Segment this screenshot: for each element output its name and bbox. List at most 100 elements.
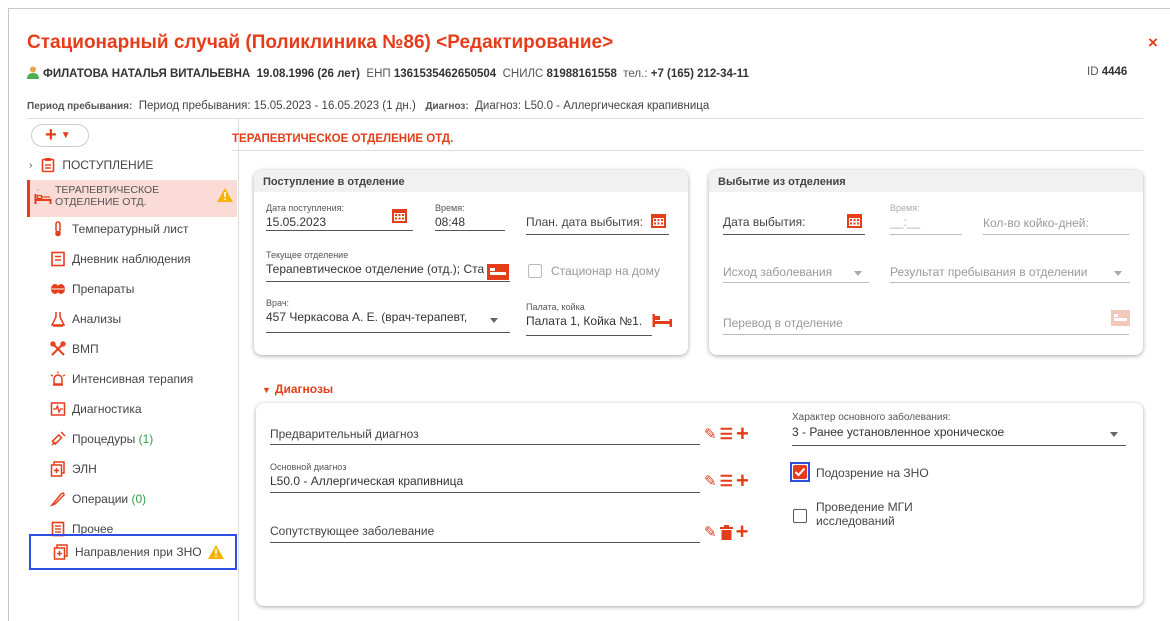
sidebar-item-intensive[interactable]: Интенсивная терапия [50,366,193,392]
doctor-field[interactable]: Врач: 457 Черкасова А. Е. (врач-терапевт… [266,298,476,324]
current-dept-value: Терапевтическое отделение (отд.); Ста [266,262,484,276]
plus-icon[interactable]: + [736,470,749,492]
trash-icon[interactable] [719,524,733,540]
sidebar-item-diagnostics[interactable]: Диагностика [50,396,142,422]
plan-discharge-field[interactable]: План. дата выбытия: [526,215,643,229]
sidebar-item-label: Диагностика [72,402,142,416]
patient-id: ID 4446 [1087,66,1127,78]
current-dept-field[interactable]: Текущее отделение Терапевтическое отделе… [266,250,484,276]
bed-icon[interactable] [652,314,672,327]
period-row: Период пребывания: Период пребывания: 15… [27,100,709,112]
sidebar-item-vmp[interactable]: ВМП [50,336,99,362]
admission-date-underline [266,230,413,231]
main-diagnosis-field[interactable]: Основной диагноз L50.0 - Аллергическая к… [270,462,463,488]
admission-date-field[interactable]: Дата поступления: 15.05.2023 [266,203,344,229]
sidebar-item-label: Анализы [72,312,122,326]
ward-caption: Палата, койка [526,302,585,312]
sidebar-item-label: ЭЛН [72,462,97,476]
mgi-checkbox[interactable] [793,509,807,523]
document-plus-icon [53,544,68,560]
doctor-underline [266,332,510,333]
admission-card: Поступление в отделение Дата поступления… [254,170,688,355]
doctor-value: 457 Черкасова А. Е. (врач-терапевт, [266,310,468,324]
result-select[interactable]: Результат пребывания в отделении [890,265,1105,279]
bed-icon[interactable] [487,264,509,280]
period-text: Период пребывания: 15.05.2023 - 16.05.20… [138,100,416,112]
preliminary-diagnosis-field[interactable]: Предварительный диагноз [270,427,419,441]
calendar-icon[interactable] [846,212,863,229]
ward-field[interactable]: Палата, койка Палата 1, Койка №1. [526,302,642,328]
admission-time-field[interactable]: Время: 08:48 [435,203,465,229]
pencil-icon[interactable]: ✎ [704,425,717,443]
chevron-right-icon: › [29,159,33,171]
main-diagnosis-value: L50.0 - Аллергическая крапивница [270,474,464,488]
discharge-card-header: Выбытие из отделения [709,170,1143,192]
preliminary-underline [270,444,700,445]
sidebar-item-admission[interactable]: › ПОСТУПЛЕНИЕ [29,152,153,178]
caret-down-icon: ▼ [60,130,71,141]
bed-icon[interactable] [1111,310,1130,326]
bed-days-field[interactable]: Кол-во койко-дней: [983,216,1089,230]
section-title: ТЕРАПЕВТИЧЕСКОЕ ОТДЕЛЕНИЕ ОТД. [232,133,454,145]
sidebar-item-procedures[interactable]: Процедуры (1) [50,426,153,452]
close-button[interactable]: × [1148,33,1158,53]
patient-info: ФИЛАТОВА НАТАЛЬЯ ВИТАЛЬЕВНА 19.08.1996 (… [27,66,749,80]
admission-time-underline [435,230,505,231]
discharge-time-field[interactable]: Время: __:__ [890,203,920,229]
discharge-card: Выбытие из отделения Дата выбытия: Время… [709,170,1143,355]
result-underline [890,282,1130,283]
dropdown-arrow-icon[interactable] [1114,271,1122,276]
pencil-icon[interactable]: ✎ [704,523,717,541]
sidebar-item-operations[interactable]: Операции (0) [50,486,146,512]
plus-icon[interactable]: + [736,521,749,543]
ward-underline [526,335,652,336]
diagnoses-toggle[interactable]: ▼ Диагнозы [262,382,333,396]
ward-value: Палата 1, Койка №1. [526,314,643,328]
period-caption: Период пребывания: [27,101,133,112]
pencil-icon[interactable]: ✎ [704,472,717,490]
sidebar-item-label: Процедуры [72,432,136,446]
sidebar-item-therapy-dept[interactable]: ⌄ ТЕРАПЕВТИЧЕСКОЕ ОТДЕЛЕНИЕ ОТД. [27,180,237,217]
admission-time-value: 08:48 [435,215,466,229]
sidebar-item-temperature[interactable]: Температурный лист [50,216,189,242]
add-button[interactable]: + ▼ [31,124,89,147]
zno-suspicion-checkbox[interactable] [793,465,807,479]
dropdown-arrow-icon[interactable] [1110,432,1118,437]
transfer-field[interactable]: Перевод в отделение [723,316,843,330]
phone-label: тел.: [623,68,648,80]
monitor-pulse-icon [50,402,66,416]
sidebar-item-eln[interactable]: ЭЛН [50,456,97,482]
sidebar-item-drugs[interactable]: Препараты [50,276,134,302]
checkmark-icon [794,467,806,477]
sidebar-item-zno-referrals[interactable]: Направления при ЗНО [53,539,224,565]
flask-icon [50,312,66,327]
dropdown-arrow-icon[interactable] [490,318,498,323]
dropdown-arrow-icon[interactable] [854,271,862,276]
window-title: Стационарный случай (Поликлиника №86) <Р… [27,32,614,53]
bed-icon [34,194,52,204]
home-hospital-checkbox[interactable] [528,264,542,278]
document-plus-icon [50,461,65,477]
id-label: ID [1087,66,1099,78]
plan-discharge-underline [526,234,669,235]
disease-character-select[interactable]: Характер основного заболевания: 3 - Ране… [792,412,1004,439]
sidebar-item-label: Интенсивная терапия [72,372,194,386]
sidebar-item-label: Температурный лист [72,222,189,236]
list-icon[interactable]: ☰ [720,472,733,490]
concomitant-field[interactable]: Сопутствующее заболевание [270,524,434,538]
discharge-date-field[interactable]: Дата выбытия: [723,215,805,229]
calendar-icon[interactable] [391,207,408,224]
sidebar-item-analyses[interactable]: Анализы [50,306,121,332]
sidebar-item-diary[interactable]: Дневник наблюдения [50,246,191,272]
admission-time-caption: Время: [435,203,465,213]
list-icon[interactable]: ☰ [720,425,733,443]
transfer-underline [723,334,1129,335]
sidebar-item-label: ВМП [72,342,99,356]
current-dept-underline [266,281,510,282]
plus-icon[interactable]: + [736,423,749,445]
calendar-icon[interactable] [650,212,667,229]
section-divider [232,150,1143,151]
outcome-select[interactable]: Исход заболевания [723,265,832,279]
disease-character-value: 3 - Ранее установленное хроническое [792,425,1005,439]
diagnosis-text: Диагноз: L50.0 - Аллергическая крапивниц… [475,100,710,112]
